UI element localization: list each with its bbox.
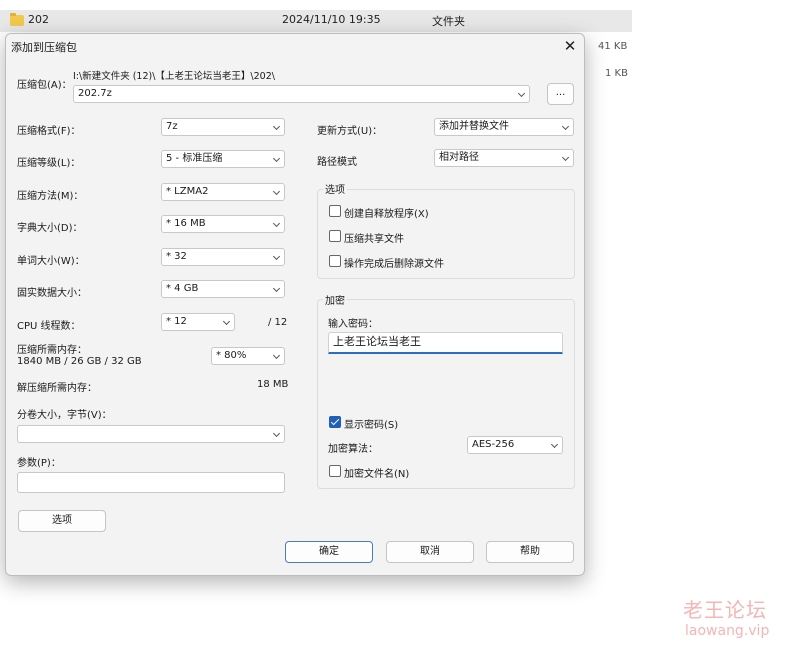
- archive-label: 压缩包(A)：: [17, 80, 72, 91]
- mem-value: * 80%: [216, 350, 247, 361]
- cpu-label: CPU 线程数：: [17, 321, 81, 332]
- method-value: * LZMA2: [166, 186, 209, 197]
- sfx-checkbox[interactable]: [329, 205, 341, 217]
- options-button[interactable]: 选项: [18, 510, 106, 532]
- format-value: 7z: [166, 121, 178, 132]
- word-value: * 32: [166, 251, 187, 262]
- file-size-2: 1 KB: [605, 68, 628, 79]
- chevron-down-icon: [272, 284, 281, 293]
- format-label: 压缩格式(F)：: [17, 126, 81, 137]
- archive-name-combo[interactable]: 202.7z: [73, 85, 530, 103]
- chevron-down-icon: [272, 122, 281, 131]
- level-combo[interactable]: 5 - 标准压缩: [161, 150, 285, 168]
- path-label: 路径模式: [317, 157, 357, 168]
- folder-modified: 2024/11/10 19:35: [282, 13, 381, 26]
- delete-checkbox[interactable]: [329, 255, 341, 267]
- folder-icon: [10, 13, 24, 26]
- solid-combo[interactable]: * 4 GB: [161, 280, 285, 298]
- shared-checkbox[interactable]: [329, 230, 341, 242]
- mem-label: 压缩所需内存：: [17, 345, 87, 356]
- format-combo[interactable]: 7z: [161, 118, 285, 136]
- dict-label: 字典大小(D)：: [17, 223, 83, 234]
- method-combo[interactable]: * LZMA2: [161, 183, 285, 201]
- level-label: 压缩等级(L)：: [17, 158, 81, 169]
- level-value: 5 - 标准压缩: [166, 153, 223, 164]
- split-combo[interactable]: [17, 425, 285, 443]
- folder-type: 文件夹: [432, 15, 465, 28]
- update-label: 更新方式(U)：: [317, 126, 383, 137]
- enc-method-value: AES-256: [472, 439, 515, 450]
- chevron-down-icon: [550, 440, 559, 449]
- dialog-title: 添加到压缩包: [11, 41, 77, 54]
- show-password-checkbox[interactable]: [329, 416, 341, 428]
- show-password-label: 显示密码(S): [344, 420, 399, 431]
- update-value: 添加并替换文件: [439, 121, 509, 132]
- path-combo[interactable]: 相对路径: [434, 149, 574, 167]
- update-combo[interactable]: 添加并替换文件: [434, 118, 574, 136]
- add-to-archive-dialog: 添加到压缩包 ✕ 压缩包(A)： I:\新建文件夹 (12)\【上老王论坛当老王…: [5, 33, 585, 576]
- method-label: 压缩方法(M)：: [17, 191, 84, 202]
- mem-detail: 1840 MB / 26 GB / 32 GB: [17, 356, 142, 367]
- encrypt-names-checkbox[interactable]: [329, 465, 341, 477]
- word-label: 单词大小(W)：: [17, 256, 85, 267]
- cpu-total: / 12: [268, 317, 288, 328]
- close-icon[interactable]: ✕: [559, 36, 581, 56]
- cpu-combo[interactable]: * 12: [161, 313, 235, 331]
- chevron-down-icon: [561, 153, 570, 162]
- watermark-title: 老王论坛: [683, 598, 767, 622]
- cancel-button[interactable]: 取消: [386, 541, 474, 563]
- dict-value: * 16 MB: [166, 218, 206, 229]
- folder-name: 202: [28, 13, 49, 26]
- chevron-down-icon: [517, 89, 526, 98]
- chevron-down-icon: [272, 252, 281, 261]
- params-label: 参数(P)：: [17, 458, 61, 469]
- chevron-down-icon: [272, 429, 281, 438]
- decomp-value: 18 MB: [257, 379, 289, 390]
- watermark-url: laowang.vip: [685, 623, 770, 639]
- sfx-label: 创建自释放程序(X): [344, 209, 429, 220]
- chevron-down-icon: [272, 187, 281, 196]
- word-combo[interactable]: * 32: [161, 248, 285, 266]
- encrypt-group-title: 加密: [323, 292, 347, 307]
- enc-method-combo[interactable]: AES-256: [467, 436, 563, 454]
- cpu-value: * 12: [166, 316, 187, 327]
- mem-combo[interactable]: * 80%: [211, 347, 285, 365]
- delete-label: 操作完成后删除源文件: [344, 259, 444, 270]
- path-value: 相对路径: [439, 152, 479, 163]
- dict-combo[interactable]: * 16 MB: [161, 215, 285, 233]
- chevron-down-icon: [272, 351, 281, 360]
- archive-path: I:\新建文件夹 (12)\【上老王论坛当老王】\202\: [73, 71, 275, 82]
- solid-label: 固实数据大小：: [17, 288, 87, 299]
- ok-button[interactable]: 确定: [285, 541, 373, 563]
- chevron-down-icon: [272, 154, 281, 163]
- decomp-label: 解压缩所需内存：: [17, 383, 97, 394]
- pw-label: 输入密码：: [328, 319, 378, 330]
- options-group-title: 选项: [323, 181, 347, 196]
- help-button[interactable]: 帮助: [486, 541, 574, 563]
- archive-name-value: 202.7z: [78, 88, 112, 99]
- enc-method-label: 加密算法：: [328, 444, 378, 455]
- browse-button[interactable]: ...: [547, 83, 574, 105]
- chevron-down-icon: [272, 219, 281, 228]
- params-input[interactable]: [17, 472, 285, 493]
- chevron-down-icon: [222, 317, 231, 326]
- split-label: 分卷大小，字节(V)：: [17, 410, 112, 421]
- chevron-down-icon: [561, 122, 570, 131]
- encrypt-names-label: 加密文件名(N): [344, 469, 410, 480]
- password-input[interactable]: 上老王论坛当老王: [328, 332, 563, 354]
- file-size-1: 41 KB: [598, 41, 628, 52]
- solid-value: * 4 GB: [166, 283, 199, 294]
- shared-label: 压缩共享文件: [344, 234, 404, 245]
